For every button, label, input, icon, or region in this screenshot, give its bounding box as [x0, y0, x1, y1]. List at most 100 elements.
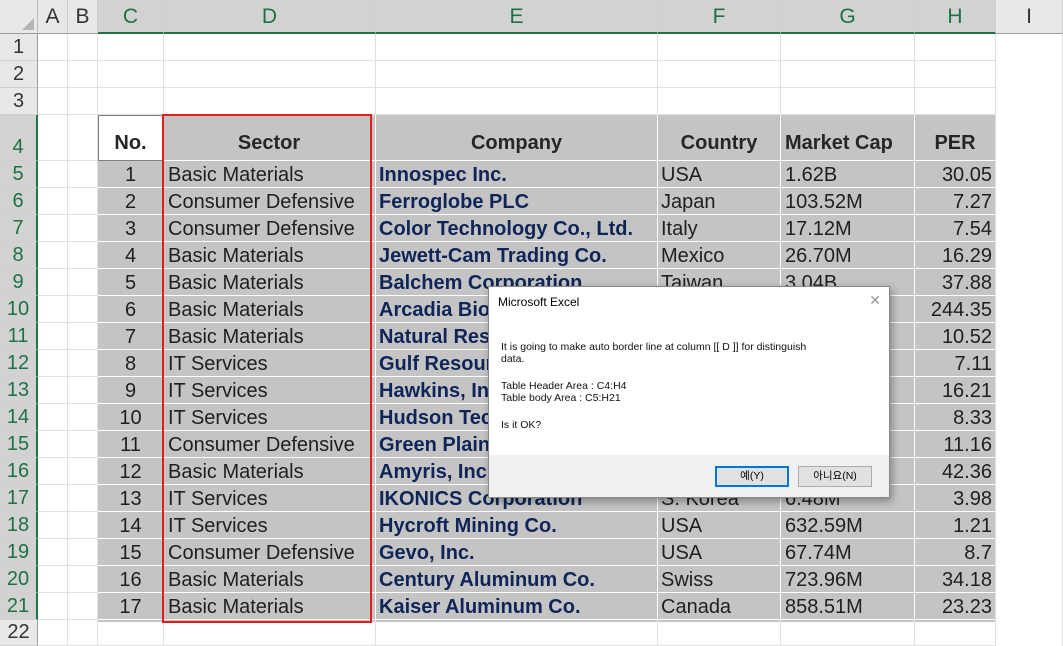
cell-company[interactable]: Ferroglobe PLC: [376, 188, 657, 215]
cell-company[interactable]: Gevo, Inc.: [376, 539, 657, 566]
cell-per[interactable]: 16.21: [915, 377, 995, 404]
cell-company[interactable]: Innospec Inc.: [376, 161, 657, 188]
cell-market-cap[interactable]: 103.52M: [781, 188, 914, 215]
header-market-cap[interactable]: Market Cap: [781, 115, 914, 161]
row-header-19[interactable]: 19: [0, 539, 38, 566]
cell-market-cap[interactable]: 1.62B: [781, 161, 914, 188]
cell-per[interactable]: 244.35: [915, 296, 995, 323]
cell-country[interactable]: USA: [658, 512, 780, 539]
cell-per[interactable]: 23.23: [915, 593, 995, 620]
row-header-4[interactable]: 4: [0, 115, 38, 161]
cell-per[interactable]: 10.52: [915, 323, 995, 350]
row-header-7[interactable]: 7: [0, 215, 38, 242]
column-header-f[interactable]: F: [658, 0, 781, 34]
cell-per[interactable]: 7.54: [915, 215, 995, 242]
cell-company[interactable]: Kaiser Aluminum Co.: [376, 593, 657, 620]
cell-country[interactable]: Canada: [658, 593, 780, 620]
no-button[interactable]: 아니요(N): [798, 466, 872, 487]
row-header-16[interactable]: 16: [0, 458, 38, 485]
cell-per[interactable]: 1.21: [915, 512, 995, 539]
cell-no[interactable]: 13: [98, 485, 163, 512]
cell-per[interactable]: 7.11: [915, 350, 995, 377]
cell-no[interactable]: 3: [98, 215, 163, 242]
cell-company[interactable]: Color Technology Co., Ltd.: [376, 215, 657, 242]
cell-company[interactable]: Jewett-Cam Trading Co.: [376, 242, 657, 269]
row-header-15[interactable]: 15: [0, 431, 38, 458]
row-header-12[interactable]: 12: [0, 350, 38, 377]
cell-per[interactable]: 8.7: [915, 539, 995, 566]
cell-no[interactable]: 5: [98, 269, 163, 296]
cell-no[interactable]: 9: [98, 377, 163, 404]
cell-market-cap[interactable]: 17.12M: [781, 215, 914, 242]
cell-per[interactable]: 11.16: [915, 431, 995, 458]
row-header-18[interactable]: 18: [0, 512, 38, 539]
cell-no[interactable]: 14: [98, 512, 163, 539]
row-header-3[interactable]: 3: [0, 88, 38, 115]
row-header-10[interactable]: 10: [0, 296, 38, 323]
cell-no[interactable]: 8: [98, 350, 163, 377]
cell-per[interactable]: 7.27: [915, 188, 995, 215]
cell-no[interactable]: 1: [98, 161, 163, 188]
cell-per[interactable]: 3.98: [915, 485, 995, 512]
header-per[interactable]: PER: [915, 115, 995, 161]
cell-country[interactable]: Mexico: [658, 242, 780, 269]
row-header-22[interactable]: 22: [0, 620, 38, 646]
row-header-21[interactable]: 21: [0, 593, 38, 620]
column-header-e[interactable]: E: [376, 0, 658, 34]
select-all-corner[interactable]: [0, 0, 38, 34]
cell-country[interactable]: Swiss: [658, 566, 780, 593]
dialog-title: Microsoft Excel: [498, 295, 580, 309]
header-no[interactable]: No.: [98, 115, 163, 161]
header-company[interactable]: Company: [376, 115, 657, 161]
spreadsheet[interactable]: No. Sector Company Country Market Cap PE…: [0, 0, 1063, 646]
column-header-a[interactable]: A: [38, 0, 68, 34]
column-header-g[interactable]: G: [781, 0, 915, 34]
cell-per[interactable]: 42.36: [915, 458, 995, 485]
row-header-13[interactable]: 13: [0, 377, 38, 404]
cell-no[interactable]: 10: [98, 404, 163, 431]
yes-button[interactable]: 예(Y): [715, 466, 789, 487]
cell-no[interactable]: 2: [98, 188, 163, 215]
column-header-c[interactable]: C: [98, 0, 164, 34]
column-header-i[interactable]: I: [996, 0, 1063, 34]
cell-company[interactable]: Century Aluminum Co.: [376, 566, 657, 593]
cell-country[interactable]: Japan: [658, 188, 780, 215]
cell-company[interactable]: Hycroft Mining Co.: [376, 512, 657, 539]
row-header-11[interactable]: 11: [0, 323, 38, 350]
row-header-17[interactable]: 17: [0, 485, 38, 512]
cell-per[interactable]: 8.33: [915, 404, 995, 431]
column-header-b[interactable]: B: [68, 0, 98, 34]
row-header-2[interactable]: 2: [0, 61, 38, 88]
column-header-d[interactable]: D: [164, 0, 376, 34]
row-header-14[interactable]: 14: [0, 404, 38, 431]
header-country[interactable]: Country: [658, 115, 780, 161]
cell-per[interactable]: 37.88: [915, 269, 995, 296]
row-header-20[interactable]: 20: [0, 566, 38, 593]
cell-no[interactable]: 15: [98, 539, 163, 566]
cell-market-cap[interactable]: 26.70M: [781, 242, 914, 269]
row-header-9[interactable]: 9: [0, 269, 38, 296]
row-header-1[interactable]: 1: [0, 34, 38, 61]
cell-country[interactable]: Italy: [658, 215, 780, 242]
cell-market-cap[interactable]: 67.74M: [781, 539, 914, 566]
cell-no[interactable]: 7: [98, 323, 163, 350]
cell-no[interactable]: 6: [98, 296, 163, 323]
row-header-6[interactable]: 6: [0, 188, 38, 215]
cell-per[interactable]: 34.18: [915, 566, 995, 593]
cell-no[interactable]: 11: [98, 431, 163, 458]
cell-no[interactable]: 12: [98, 458, 163, 485]
cell-market-cap[interactable]: 632.59M: [781, 512, 914, 539]
row-header-5[interactable]: 5: [0, 161, 38, 188]
cell-per[interactable]: 16.29: [915, 242, 995, 269]
cell-market-cap[interactable]: 723.96M: [781, 566, 914, 593]
column-header-h[interactable]: H: [915, 0, 996, 34]
cell-no[interactable]: 17: [98, 593, 163, 620]
cell-market-cap[interactable]: 858.51M: [781, 593, 914, 620]
cell-country[interactable]: USA: [658, 161, 780, 188]
close-icon[interactable]: ✕: [869, 292, 881, 309]
cell-country[interactable]: USA: [658, 539, 780, 566]
cell-no[interactable]: 16: [98, 566, 163, 593]
cell-per[interactable]: 30.05: [915, 161, 995, 188]
cell-no[interactable]: 4: [98, 242, 163, 269]
row-header-8[interactable]: 8: [0, 242, 38, 269]
